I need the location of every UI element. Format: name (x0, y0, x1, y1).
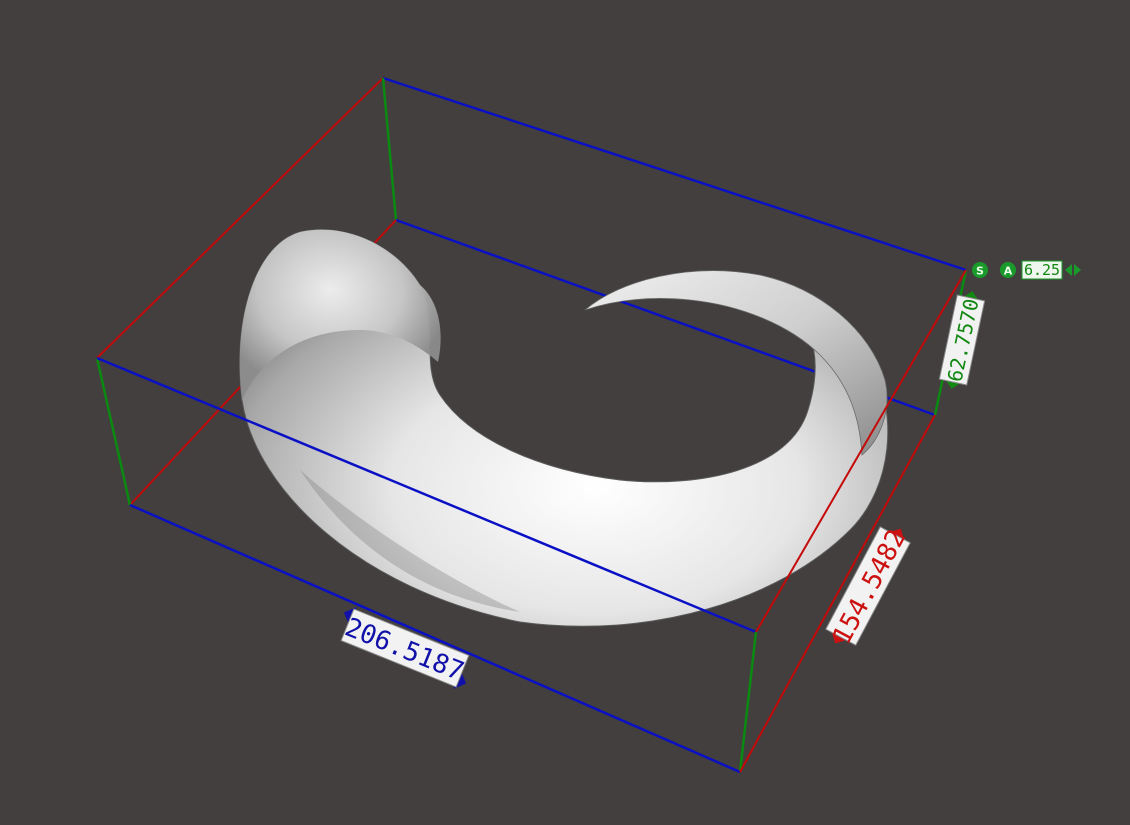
angle-icon: A (1004, 265, 1013, 278)
step-control: S A 6.25 (972, 260, 1081, 280)
step-value: 6.25 (1024, 261, 1060, 279)
dimension-width-value: 154.5482 (827, 525, 912, 650)
box-edge-back-vertical-z (381, 77, 398, 221)
step-value-field[interactable]: 6.25 (1021, 260, 1063, 280)
triangle-left-icon[interactable] (1065, 264, 1072, 276)
box-edge-left-vertical-z (95, 357, 132, 506)
3d-viewport[interactable]: 206.5187 154.5482 62.7570 S A 6.25 (0, 0, 1130, 825)
dimension-height-label[interactable]: 62.7570 (938, 288, 986, 392)
horn-model[interactable] (239, 229, 889, 627)
snap-icon: S (976, 265, 984, 278)
triangle-right-icon[interactable] (1074, 264, 1081, 276)
angle-toggle-button[interactable]: A (1000, 262, 1016, 278)
box-edge-front-vertical-z (738, 631, 758, 773)
box-edge-back-top-x (382, 76, 967, 272)
snap-toggle-button[interactable]: S (972, 262, 988, 278)
